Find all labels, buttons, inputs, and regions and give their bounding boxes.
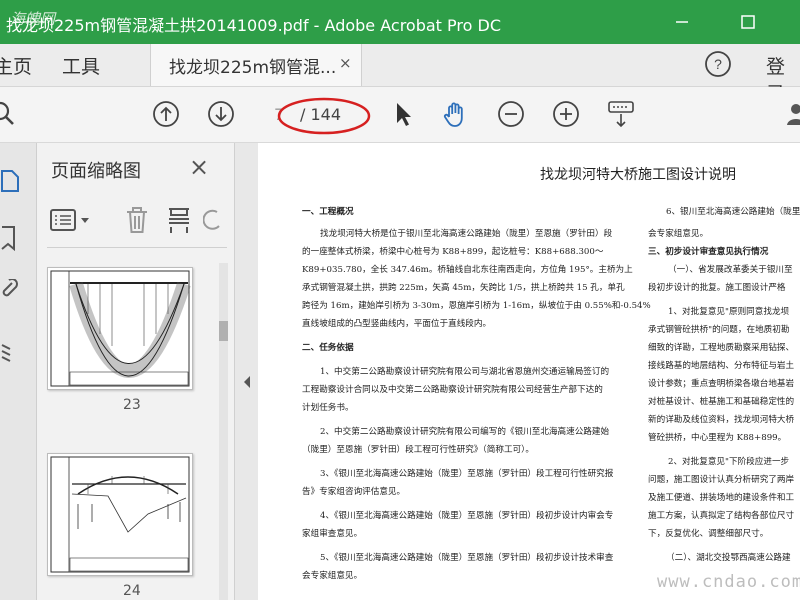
document-title: 找龙坝河特大桥施工图设计说明 (540, 167, 736, 183)
page-thumbnails-icon[interactable] (0, 169, 20, 193)
red-annotation-ellipse (277, 97, 371, 135)
attachments-icon[interactable] (0, 279, 20, 303)
text-line: 1、中交第二公路勘察设计研究院有限公司与湖北省恩施州交通运输局签订的 (320, 367, 610, 377)
bridge-drawing-thumbnail (50, 270, 191, 387)
text-line: 及施工便道、拼装场地的建设条件和工 (648, 493, 795, 503)
text-line: 新的详勘及线位资料，找龙坝河特大桥 (648, 415, 795, 425)
text-line: 承式钢管砼拱桥"的问题，在地质初勘 (648, 325, 790, 335)
thumbnail-options-icon[interactable] (49, 207, 95, 233)
text-line: 2、对批复意见"下阶段应进一步 (668, 457, 790, 467)
document-tab-label: 找龙坝225m钢管混... (169, 58, 337, 78)
panel-collapse-strip[interactable] (234, 143, 259, 600)
select-cursor-icon[interactable] (388, 99, 418, 129)
bookmarks-icon[interactable] (0, 225, 20, 251)
svg-text:?: ? (714, 56, 722, 72)
thumbnail-scrollbar[interactable] (219, 263, 228, 600)
text-line: 告》专家组咨询评估意见。 (302, 487, 406, 497)
layers-icon[interactable] (0, 339, 20, 363)
minimize-button[interactable] (670, 10, 694, 34)
search-icon[interactable] (0, 99, 20, 129)
text-line: 2、中交第二公路勘察设计研究院有限公司编写的《银川至北海高速公路建始 (320, 427, 610, 437)
text-line: 3、《银川至北海高速公路建始（陇里）至恩施（罗针田）段工程可行性研究报 (320, 469, 614, 479)
text-line: 5、《银川至北海高速公路建始（陇里）至恩施（罗针田）段初步设计技术审查 (320, 553, 614, 563)
section-heading: 一、工程概况 (302, 207, 354, 217)
zoom-in-icon[interactable] (551, 99, 581, 129)
close-tab-icon[interactable]: × (339, 54, 352, 72)
profile-icon[interactable] (784, 99, 800, 129)
text-line: 设计参数；重点查明桥梁各墩台地基岩 (648, 379, 795, 389)
home-menu[interactable]: 主页 (0, 52, 32, 79)
page-thumbnail-24[interactable] (47, 453, 193, 576)
thumbnail-number: 23 (123, 397, 141, 413)
rotate-page-icon[interactable] (203, 207, 223, 233)
text-line: K89+035.780，全长 347.46m。桥轴线自北东往南西走向，方位角 1… (302, 265, 633, 275)
text-line: 接线路基的地层结构、分布特征与岩土 (648, 361, 795, 371)
next-page-icon[interactable] (206, 99, 236, 129)
text-line: 承式钢管混凝土拱，拱跨 225m，矢高 45m，矢跨比 1/5，拱上桥跨共 15… (302, 283, 625, 293)
section-heading: 二、任务依据 (302, 343, 354, 353)
text-line: （二）、湖北交投鄂西高速公路建 (666, 553, 791, 563)
text-line: （一）、省发展改革委关于银川至 (668, 265, 793, 275)
text-line: 计划任务书。 (302, 403, 354, 413)
keyboard-scroll-icon[interactable] (606, 99, 636, 129)
help-icon[interactable]: ? (704, 50, 732, 82)
pdf-page: 找龙坝河特大桥施工图设计说明 一、工程概况找龙坝河特大桥是位于银川至北海高速公路… (258, 143, 800, 600)
tools-menu[interactable]: 工具 (62, 52, 100, 79)
zoom-out-icon[interactable] (496, 99, 526, 129)
text-line: （陇里）至恩施（罗针田）段工程可行性研究》（简称工可）。 (302, 445, 535, 455)
text-line: 细致的详勘，工程地质勘察采用钻探、 (648, 343, 795, 353)
text-line: 的一座整体式桥梁，桥梁中心桩号为 K88+899，起讫桩号：K88+688.30… (302, 247, 604, 257)
panel-title: 页面缩略图 (51, 161, 141, 182)
maximize-button[interactable] (736, 10, 760, 34)
text-line: 跨径为 16m，建始岸引桥为 3-30m，恩施岸引桥为 1-16m，纵坡位于由 … (302, 301, 651, 311)
page-thumbnail-23[interactable] (47, 267, 193, 390)
panel-divider (47, 247, 227, 248)
maximize-icon (741, 15, 755, 29)
text-line: 家组审查意见。 (302, 529, 363, 539)
navigation-rail (0, 143, 37, 600)
text-line: 会专家组意见。 (648, 229, 709, 239)
thumbnails-panel: 页面缩略图 × 23 24 (37, 143, 234, 600)
text-line: 4、《银川至北海高速公路建始（陇里）至恩施（罗针田）段初步设计内审会专 (320, 511, 614, 521)
tab-bar: 主页 工具 找龙坝225m钢管混... × ? 登录 (0, 44, 800, 105)
scrollbar-thumb[interactable] (219, 321, 228, 341)
text-line: 段初步设计的批复。施工图设计严格 (648, 283, 786, 293)
text-line: 施工方案，认真拟定了结构各部位尺寸 (648, 511, 795, 521)
section-heading: 三、初步设计审查意见执行情况 (648, 247, 769, 257)
text-line: 下，反复优化、调整细部尺寸。 (648, 529, 769, 539)
bridge-elevation-thumbnail (50, 456, 190, 573)
text-line: 1、对批复意见"原则同意找龙坝 (668, 307, 790, 317)
text-line: 管砼拱桥，中心里程为 K88+899。 (648, 433, 787, 443)
document-tab[interactable]: 找龙坝225m钢管混... × (150, 44, 362, 86)
close-panel-icon[interactable]: × (189, 153, 209, 181)
watermark-text: www.cndao.com (657, 572, 800, 592)
previous-page-icon[interactable] (151, 99, 181, 129)
text-line: 找龙坝河特大桥是位于银川至北海高速公路建始（陇里）至恩施（罗针田）段 (320, 229, 613, 239)
document-view[interactable]: 找龙坝河特大桥施工图设计说明 一、工程概况找龙坝河特大桥是位于银川至北海高速公路… (258, 143, 800, 600)
text-line: 直线坡组成的凸型竖曲线内，平面位于直线段内。 (302, 319, 492, 329)
title-bar: 海魄网 找龙坝225m钢管混凝土拱20141009.pdf - Adobe Ac… (0, 0, 800, 44)
toolbar: 7 / 144 (0, 87, 800, 143)
text-line: 6、银川至北海高速公路建始（陇里 (666, 207, 800, 217)
delete-page-icon[interactable] (123, 205, 151, 235)
hand-tool-icon[interactable] (441, 99, 471, 129)
collapse-arrow-icon[interactable] (242, 375, 252, 389)
window-title: 找龙坝225m钢管混凝土拱20141009.pdf - Adobe Acroba… (6, 16, 501, 35)
minimize-icon (676, 21, 688, 23)
text-line: 对桩基设计、桩基施工和基础稳定性的 (648, 397, 795, 407)
text-line: 问题，施工图设计认真分析研究了两岸 (648, 475, 795, 485)
extract-page-icon[interactable] (165, 205, 193, 235)
text-line: 工程勘察设计合同以及中交第二公路勘察设计研究院有限公司经营生产部下达的 (302, 385, 603, 395)
text-line: 会专家组意见。 (302, 571, 363, 581)
thumbnail-number: 24 (123, 583, 141, 599)
